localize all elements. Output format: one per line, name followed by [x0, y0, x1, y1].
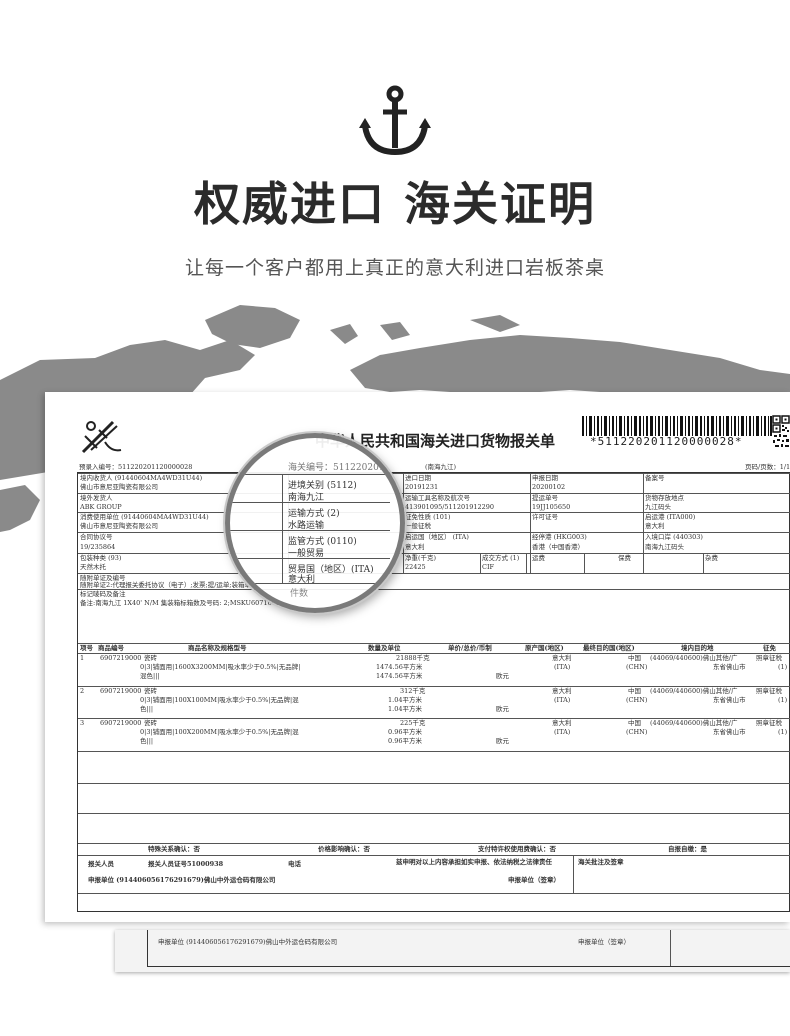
storage-value: 九江码头 — [645, 503, 671, 511]
phone-label: 电话 — [288, 860, 301, 868]
customs-port: (南海九江) — [425, 463, 457, 471]
customs-declaration-form: 中华人民共和国海关进口货物报关单 *511220201120000028* 预录… — [45, 392, 790, 922]
consumer-value: 佛山市意尼亚陶瓷有限公司 — [80, 522, 158, 530]
consignee-label: 境内收货人 (91440604MA4WD31U44) — [80, 474, 203, 482]
declare-date-label: 申报日期 — [532, 474, 558, 482]
shipper-value: ABK GROUP — [80, 503, 122, 511]
consumer-label: 消费使用单位 (91440604MA4WD31U44) — [80, 513, 209, 521]
transit-label: 经停港 (HKG003) — [532, 533, 587, 541]
self-report: 自报自缴：是 — [668, 845, 707, 853]
bl-value: 19JJ105650 — [532, 503, 571, 511]
entry-port-label: 入境口岸 (440303) — [645, 533, 703, 541]
price-influence: 价格影响确认：否 — [318, 845, 370, 853]
origin-country-label: 启运国（地区） (ITA) — [405, 533, 469, 541]
lens-entry-number: 海关编号：511220201120000028 — [288, 463, 402, 473]
table-row: 3 6907219000 瓷砖 0|3|铺面用|100X200MM|吸水率少于0… — [80, 719, 788, 745]
barcode-number: *511220201120000028* — [590, 435, 743, 448]
col-dest: 境内目的地 — [681, 644, 714, 652]
docs-value: 随附单证2:代理报关委托协议（电子）;发票;提/运单;装箱单; — [80, 581, 254, 589]
lens-pieces-label: 件数 — [290, 589, 309, 599]
col-name: 商品名称及规格型号 — [188, 644, 247, 652]
page-number: 页码/页数：1/1 — [745, 463, 790, 471]
consignee-value: 佛山市意尼亚陶瓷有限公司 — [80, 483, 158, 491]
customs-emblem-icon — [81, 420, 122, 454]
special-relation: 特殊关系确认：否 — [148, 845, 200, 853]
record-label: 备案号 — [645, 474, 665, 482]
package-value: 天然木托 — [80, 563, 106, 571]
barcode — [582, 416, 772, 436]
license-label: 许可证号 — [532, 513, 558, 521]
col-qty: 数量及单位 — [368, 644, 401, 652]
vessel-label: 运输工具名称及航次号 — [405, 494, 470, 502]
import-date-label: 进口日期 — [405, 474, 431, 482]
declaring-unit: 申报单位 (914406056176291679)佛山中外运仓码有限公司 — [88, 876, 276, 884]
marks-label: 标记唛码及备注 — [80, 590, 126, 598]
legal-statement: 兹申明对以上内容承担如实申报、依法纳税之法律责任 — [396, 858, 552, 866]
col-price: 单价/总价/币制 — [448, 644, 492, 652]
declaration-grid: 境内收货人 (91440604MA4WD31U44) 佛山市意尼亚陶瓷有限公司 … — [77, 472, 790, 912]
qr-code — [772, 415, 790, 451]
import-date-value: 20191231 — [405, 483, 439, 491]
customs-note: 海关批注及签章 — [578, 858, 624, 866]
col-exempt: 征免 — [763, 644, 776, 652]
contract-label: 合同协议号 — [80, 533, 113, 541]
table-row: 1 6907219000 瓷砖 0|3|铺面用|1600X3200MM|吸水率少… — [80, 654, 788, 680]
terms-label: 成交方式 (1) — [482, 554, 520, 562]
storage-label: 货物存放地点 — [645, 494, 684, 502]
marks-value: 备注:南海九江 1X40' N/M 集装箱标箱数及号码: 2;MSKU60716… — [80, 599, 283, 607]
misc-label: 杂费 — [705, 554, 718, 562]
shipper-label: 境外发货人 — [80, 494, 113, 502]
page-subtitle: 让每一个客户都用上真正的意大利进口岩板茶桌 — [184, 257, 605, 279]
strip-unit-seal: 申报单位（签章） — [578, 938, 630, 946]
terms-value: CIF — [482, 563, 495, 571]
col-final: 最终目的国(地区) — [583, 644, 635, 652]
royalty-confirm: 支付特许权使用费确认：否 — [478, 845, 556, 853]
transit-value: 香港（中国香港） — [532, 543, 584, 551]
net-weight-value: 22425 — [405, 563, 426, 571]
col-origin: 原产国(地区) — [525, 644, 564, 652]
declarant-number: 报关人员证号51000938 — [148, 860, 224, 868]
origin-port-label: 启运港 (ITA000) — [645, 513, 696, 521]
net-weight-label: 净重(千克) — [405, 554, 437, 562]
supervision-label: 征免性质 (101) — [405, 513, 451, 521]
package-label: 包装种类 (93) — [80, 554, 122, 562]
pre-entry-number: 预录入编号：511220201120000028 — [79, 463, 193, 471]
freight-label: 运费 — [532, 554, 545, 562]
strip-unit: 申报单位 (914406056176291679)佛山中外运仓码有限公司 — [158, 938, 338, 946]
vessel-value: 413901095/511201912290 — [405, 503, 495, 511]
origin-port-value: 意大利 — [645, 522, 665, 530]
anchor-icon — [359, 85, 431, 156]
contract-value: 19/235864 — [80, 543, 116, 551]
origin-country-value: 意大利 — [405, 543, 425, 551]
insurance-label: 保费 — [618, 554, 631, 562]
page-title: 权威进口 海关证明 — [193, 177, 596, 231]
entry-port-value: 南海九江码头 — [645, 543, 684, 551]
col-no: 项号 — [80, 644, 93, 652]
bl-label: 提运单号 — [532, 494, 558, 502]
col-code: 商品编号 — [98, 644, 124, 652]
second-page-strip: 申报单位 (914406056176291679)佛山中外运仓码有限公司 申报单… — [115, 930, 790, 972]
declaring-unit-seal: 申报单位（签章） — [508, 876, 560, 884]
declare-date-value: 20200102 — [532, 483, 566, 491]
declarant-label: 报关人员 — [88, 860, 114, 868]
magnifying-glass: 海关编号：511220201120000028 进境关别 (5112) 南海九江… — [225, 433, 405, 613]
table-row: 2 6907219000 瓷砖 0|3|铺面用|100X100MM|吸水率少于0… — [80, 687, 788, 713]
supervision-value: 一般征税 — [405, 522, 431, 530]
